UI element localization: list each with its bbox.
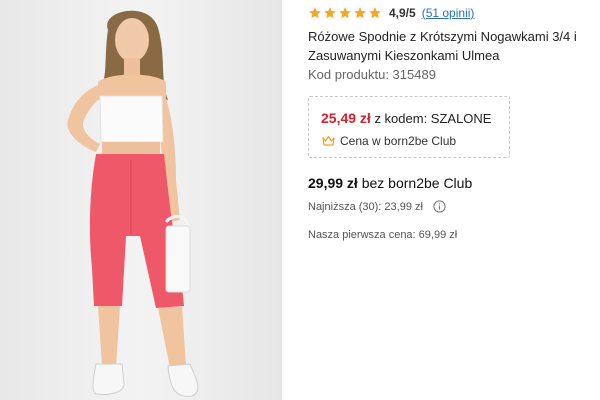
promo-code-text: z kodem: SZALONE	[370, 111, 492, 126]
rating-stars	[308, 6, 382, 20]
reviews-link[interactable]: (51 opinii)	[422, 6, 475, 20]
product-photo	[0, 0, 282, 400]
regular-price-suffix: bez born2be Club	[357, 175, 473, 191]
first-price: Nasza pierwsza cena: 69,99 zł	[308, 229, 458, 241]
star-icon	[339, 7, 351, 19]
promo-price: 25,49 zł	[321, 110, 371, 126]
product-code: Kod produktu: 315489	[308, 67, 436, 82]
regular-price-value: 29,99 zł	[308, 175, 358, 191]
info-icon[interactable]	[433, 200, 446, 213]
promo-line: 25,49 zł z kodem: SZALONE	[321, 110, 491, 126]
star-icon	[309, 7, 321, 19]
club-line: Cena w born2be Club	[322, 134, 456, 148]
star-icon	[324, 7, 336, 19]
lowest-price-text: Najniższa (30): 23,99 zł	[308, 200, 423, 213]
lowest-price: Najniższa (30): 23,99 zł	[308, 200, 446, 213]
promo-box: 25,49 zł z kodem: SZALONE Cena w born2be…	[308, 96, 510, 158]
product-image[interactable]	[0, 0, 282, 400]
rating-value: 4,9/5	[389, 6, 416, 20]
rating-row: 4,9/5 (51 opinii)	[308, 5, 474, 21]
product-title: Różowe Spodnie z Krótszymi Nogawkami 3/4…	[308, 29, 577, 63]
club-text: Cena w born2be Club	[340, 134, 457, 148]
crown-icon	[322, 135, 335, 147]
star-icon	[354, 7, 366, 19]
star-icon	[369, 7, 381, 19]
regular-price: 29,99 zł bez born2be Club	[308, 175, 472, 191]
